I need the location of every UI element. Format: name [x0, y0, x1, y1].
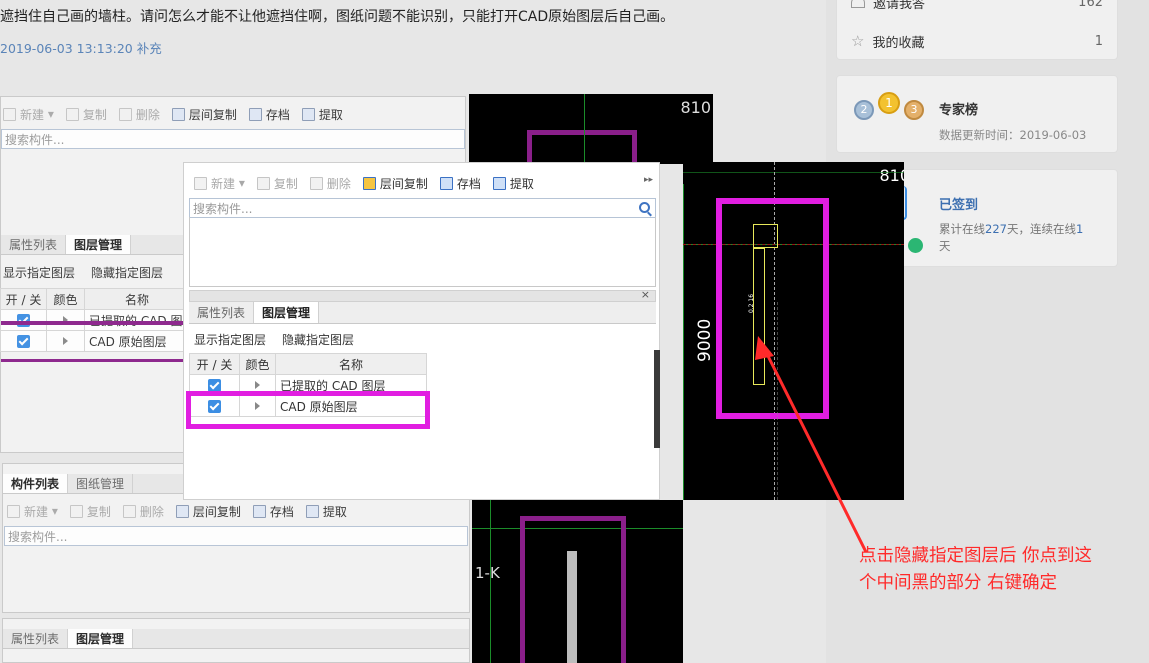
copy-button[interactable]: 复制	[65, 106, 107, 123]
new-button[interactable]: 新建 ▾	[3, 106, 54, 123]
experts-title: 专家榜	[939, 103, 979, 118]
floor-copy-button[interactable]: 层间复制	[362, 175, 428, 192]
table-row[interactable]: 已提取的 CAD 图	[0, 309, 190, 331]
bg-search-input[interactable]: 搜索构件...	[1, 129, 465, 149]
bg-highlight-top	[1, 321, 187, 325]
panel-divider: ×	[189, 288, 656, 302]
col-color: 颜色	[239, 353, 276, 375]
search-icon[interactable]	[639, 202, 650, 213]
annotation-line2: 个中间黑的部分 右键确定	[859, 573, 1058, 593]
floor-copy-button[interactable]: 层间复制	[175, 503, 241, 520]
tab-drawings[interactable]: 图纸管理	[68, 474, 134, 493]
bg-highlight-bottom	[1, 359, 187, 362]
cad-dim-top-bg: 810	[680, 98, 711, 117]
bg-highlight-rect	[527, 130, 637, 164]
user-icon	[851, 0, 865, 8]
copy-button[interactable]: 复制	[256, 175, 298, 192]
question-text: 遮挡住自己画的墙柱。请问怎么才能不让他遮挡住啊，图纸问题不能识别，只能打开CAD…	[0, 9, 675, 25]
tab-properties[interactable]: 属性列表	[189, 302, 255, 323]
bg-lower-search-input[interactable]: 搜索构件...	[4, 526, 468, 546]
user-links-card: 邀请我答 162 ☆ 我的收藏 1	[836, 0, 1118, 60]
tab-properties[interactable]: 属性列表	[3, 629, 69, 648]
delete-button[interactable]: 删除	[309, 175, 351, 192]
extract-button[interactable]: 提取	[301, 106, 343, 123]
annotation-line1: 点击隐藏指定图层后 你点到这	[859, 546, 1093, 566]
extract-button[interactable]: 提取	[492, 175, 534, 192]
experts-card[interactable]: 2 1 3 专家榜 数据更新时间：2019-06-03	[836, 75, 1118, 153]
cad-view-lower: 1-K	[472, 500, 683, 663]
highlight-original-layer	[186, 391, 430, 429]
cad-view-bg: 810	[469, 94, 713, 164]
new-button[interactable]: 新建 ▾	[194, 175, 245, 192]
bg-panel-bottom: 属性列表 图层管理	[2, 618, 470, 663]
signin-title: 已签到	[939, 198, 979, 213]
layer-checkbox[interactable]	[17, 335, 30, 348]
show-layer-button[interactable]: 显示指定图层	[194, 331, 266, 348]
col-name: 名称	[275, 353, 427, 375]
new-button[interactable]: 新建 ▾	[7, 503, 58, 520]
floor-copy-button[interactable]: 层间复制	[171, 106, 237, 123]
tab-layers[interactable]: 图层管理	[66, 235, 132, 254]
annotation-note: 点击隐藏指定图层后 你点到这 个中间黑的部分 右键确定	[859, 543, 1149, 597]
bg-layer-table: 开 / 关颜色名称 已提取的 CAD 图 CAD 原始图层	[0, 288, 190, 352]
delete-button[interactable]: 删除	[122, 503, 164, 520]
tab-properties[interactable]: 属性列表	[1, 235, 67, 254]
archive-button[interactable]: 存档	[248, 106, 290, 123]
column-shape	[567, 551, 577, 663]
favorites-label: 我的收藏	[872, 35, 925, 51]
invite-count: 162	[1078, 0, 1103, 10]
table-row[interactable]: CAD 原始图层	[0, 330, 190, 352]
col-toggle: 开 / 关	[189, 353, 240, 375]
tab-components[interactable]: 构件列表	[3, 474, 69, 493]
experts-updated: 数据更新时间：2019-06-03	[939, 128, 1087, 142]
extract-button[interactable]: 提取	[305, 503, 347, 520]
hide-layer-button[interactable]: 隐藏指定图层	[282, 331, 354, 348]
favorites-count: 1	[1094, 33, 1103, 49]
invite-row[interactable]: 邀请我答 162	[837, 0, 1117, 15]
favorites-row[interactable]: ☆ 我的收藏 1	[837, 28, 1117, 54]
cad-axis-label-lower: 1-K	[475, 564, 500, 582]
red-arrow	[755, 336, 868, 553]
component-list-area[interactable]	[189, 217, 656, 287]
star-icon: ☆	[851, 32, 865, 50]
copy-button[interactable]: 复制	[69, 503, 111, 520]
delete-button[interactable]: 删除	[118, 106, 160, 123]
tab-layers[interactable]: 图层管理	[68, 629, 134, 648]
layer-buttons: 显示指定图层 隐藏指定图层	[194, 331, 354, 348]
archive-button[interactable]: 存档	[439, 175, 481, 192]
cad-dim-side: 9000	[695, 318, 715, 362]
cad-dim-top: 810	[879, 166, 904, 185]
dialog-tabs: 属性列表 图层管理	[189, 302, 656, 324]
cad-small-text: 0.2 16	[748, 293, 756, 314]
archive-button[interactable]: 存档	[252, 503, 294, 520]
signin-stats: 累计在线227天，连续在线1	[939, 222, 1084, 236]
bg-toolbar: 新建 ▾ 复制 删除 层间复制 存档 提取	[3, 101, 355, 127]
layer-dialog: 新建 ▾ 复制 删除 层间复制 存档 提取 ▸▸ 搜索构件... × 属性列表 …	[183, 162, 660, 500]
question-timestamp: 2019-06-03 13:13:20 补充	[0, 41, 162, 56]
invite-label: 邀请我答	[873, 0, 926, 12]
column-cap	[753, 224, 778, 248]
show-layer-button[interactable]: 显示指定图层	[3, 264, 75, 281]
hide-layer-button[interactable]: 隐藏指定图层	[91, 264, 163, 281]
medals-icon: 2 1 3	[851, 90, 927, 140]
scrollbar[interactable]	[654, 350, 660, 448]
tab-layers[interactable]: 图层管理	[254, 302, 320, 323]
check-badge-icon	[908, 238, 923, 253]
signin-stats-line2: 天	[939, 239, 951, 253]
close-icon[interactable]: ×	[641, 288, 650, 301]
toolbar-overflow-icon[interactable]: ▸▸	[644, 175, 653, 185]
dialog-toolbar: 新建 ▾ 复制 删除 层间复制 存档 提取	[194, 170, 546, 196]
bg-layer-buttons: 显示指定图层 隐藏指定图层	[3, 264, 163, 281]
color-swatch[interactable]	[255, 381, 260, 389]
search-input[interactable]: 搜索构件...	[189, 198, 656, 218]
bg-lower-toolbar: 新建 ▾ 复制 删除 层间复制 存档 提取	[7, 498, 359, 524]
bg-bottom-tabs: 属性列表 图层管理	[3, 629, 469, 649]
